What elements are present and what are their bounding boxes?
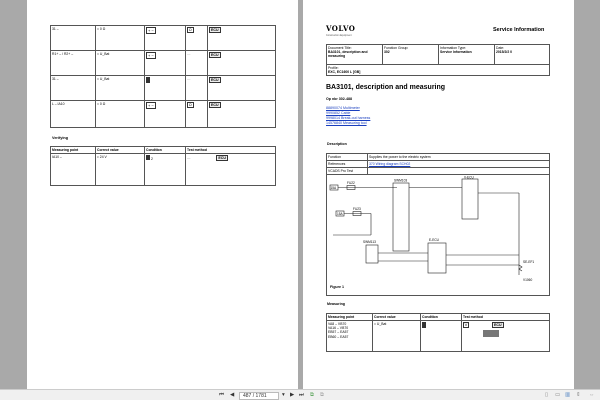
battery-icon: + − <box>146 52 156 59</box>
switch-swm103: SWM103 <box>394 179 407 183</box>
continuous-view-icon[interactable]: ▭ <box>555 392 560 398</box>
vecu-label: V-ECU <box>464 176 474 180</box>
label: Function Group: <box>384 46 409 50</box>
fit-page-icon[interactable]: ⇕ <box>576 392 581 398</box>
last-page-button[interactable]: ⏭ <box>299 392 304 399</box>
next-page-button[interactable]: ▶ <box>290 392 294 398</box>
col-header: Condition <box>420 313 462 321</box>
measure-point: 31 – <box>50 75 96 101</box>
fuse-rating-a: 15A <box>331 186 338 190</box>
breakout-box-icon <box>483 330 499 337</box>
verifying-heading: Verifying <box>52 136 69 140</box>
page-title: BA3101, description and measuring <box>326 84 446 91</box>
measure-value: = U_Bat <box>95 50 145 76</box>
ohmmeter-icon: Ω <box>187 102 194 108</box>
prev-page-button[interactable]: ◀ <box>230 392 234 398</box>
doc-info-table: Document Title: BA3101, description and m… <box>326 44 550 76</box>
ecu-icon: ECU <box>209 102 221 108</box>
profile: EXC, EC1600 L [GB] <box>328 70 361 74</box>
left-page: 31 – = 0 Ω + − Ω ECU R1+ – / R2+ – = U_Bat + − —… <box>27 0 298 389</box>
pdf-toolbar: ⏮ ◀ 487 / 1781 ▾ ▶ ⏭ ⧉ ⧉ ▯ ▭ ▥ ⇕ ⇔ <box>0 389 600 400</box>
ecu-icon: ECU <box>216 155 228 161</box>
description-heading: Description <box>327 142 347 146</box>
col-header: Correct value <box>95 146 145 154</box>
switch-swm113: SWM113 <box>363 240 376 244</box>
measure-value: = 0 Ω <box>95 100 145 128</box>
col-header: Test method <box>185 146 276 154</box>
measure-value: = 0 Ω <box>95 25 145 51</box>
method-dash: — <box>187 156 191 160</box>
label: Profile: <box>328 66 339 70</box>
figure-caption: Figure 1 <box>330 285 344 289</box>
figure-box: 15A 15A FU22 FU23 SWM103 V-ECU SWM113 E-… <box>326 174 550 296</box>
ecu-icon: ECU <box>491 322 504 328</box>
desc-value: Supplies the power to the electric syste… <box>367 153 550 161</box>
key-icon <box>422 322 426 328</box>
ground-label: SE-EF1 <box>523 260 534 264</box>
ohmmeter-icon: Ω <box>187 27 194 33</box>
measure-table-left: 31 – = 0 Ω + − Ω ECU R1+ – / R2+ – = U_Bat + − —… <box>50 25 276 128</box>
volvo-logo: VOLVO <box>326 24 356 33</box>
ecu-icon: ECU <box>209 52 221 58</box>
fuse-rating-b: 15A <box>337 212 344 216</box>
col-header: Condition <box>144 146 186 154</box>
ecu-icon: ECU <box>209 27 221 33</box>
figure-ref: V1060 <box>523 278 532 282</box>
desc-label: Function <box>326 153 368 161</box>
table-row: L – IA10 = 0 Ω + − Ω ECU <box>50 100 276 128</box>
battery-icon: + − <box>146 27 156 34</box>
date: 2015/2/2 0 <box>496 50 513 54</box>
ecu-icon: ECU <box>209 77 221 83</box>
copy-icon[interactable]: ⧉ <box>310 392 314 399</box>
measure-point: R1+ – / R2+ – <box>50 50 96 76</box>
wiring-diagram-link[interactable]: 370 Wiring diagram SCH02 <box>369 162 410 166</box>
battery-icon: + − <box>146 102 156 109</box>
first-page-button[interactable]: ⏮ <box>219 392 224 399</box>
col-header: Test method <box>461 313 550 321</box>
header-title: Service Information <box>493 27 545 33</box>
tool-link[interactable]: 14576840 Measuring tool <box>326 121 370 126</box>
op-number: Op nbr 302-488 <box>326 97 352 101</box>
wiring-schematic: 15A 15A FU22 FU23 SWM103 V-ECU SWM113 E-… <box>329 176 534 289</box>
col-header: Measuring point <box>326 313 373 321</box>
table-row: 31 – = 0 Ω + − Ω ECU <box>50 25 276 51</box>
measure-point: EB60 – EA57 <box>328 334 349 339</box>
page-number-input[interactable]: 487 / 1781 <box>239 391 279 400</box>
fuse-label-fu22: FU22 <box>347 181 355 185</box>
method-dash: — <box>187 52 191 56</box>
eecu-label: E-ECU <box>429 238 440 242</box>
measure-value: = U_Bat <box>372 320 421 352</box>
condition-number: 2 <box>150 157 153 161</box>
single-page-view-icon[interactable]: ▯ <box>545 392 548 398</box>
verify-table: Measuring point Correct value Condition … <box>50 146 276 186</box>
table-row: 31 – = U_Bat — ECU <box>50 75 276 101</box>
col-header: Correct value <box>372 313 421 321</box>
right-page: VOLVO Construction Equipment Service Inf… <box>303 0 574 389</box>
fuse-label-fu23: FU23 <box>353 207 361 211</box>
desc-label: References <box>326 160 368 168</box>
page-dropdown-icon[interactable]: ▾ <box>282 392 285 398</box>
col-header: Measuring point <box>50 146 96 154</box>
measure-point: L – IA10 <box>50 100 96 128</box>
verify-value: ≈ 24 V <box>95 153 145 186</box>
method-dash: — <box>187 77 191 81</box>
tool-links: 88890074 Multimeter 9990852 Cable 999801… <box>326 106 370 126</box>
table-row: R1+ – / R2+ – = U_Bat + − — ECU <box>50 50 276 76</box>
description-table: Function Supplies the power to the electr… <box>326 153 550 175</box>
voltmeter-icon: V <box>463 322 469 328</box>
measuring-table: Measuring point Correct value Condition … <box>326 313 550 352</box>
doc-title: BA3101, description and measuring <box>328 50 368 58</box>
info-type: Service Information <box>440 50 472 54</box>
fit-width-icon[interactable]: ⇔ <box>589 392 595 398</box>
two-page-view-icon[interactable]: ▥ <box>565 392 570 398</box>
measure-value: = U_Bat <box>95 75 145 101</box>
key-icon <box>146 155 150 160</box>
measuring-heading: Measuring <box>327 302 345 306</box>
logo-subtitle: Construction Equipment <box>326 34 352 37</box>
function-group: 302 <box>384 50 390 54</box>
measure-point: 31 – <box>50 25 96 51</box>
key-icon <box>146 77 150 83</box>
verify-point: IA10 – <box>50 153 96 186</box>
paste-icon[interactable]: ⧉ <box>320 392 324 399</box>
